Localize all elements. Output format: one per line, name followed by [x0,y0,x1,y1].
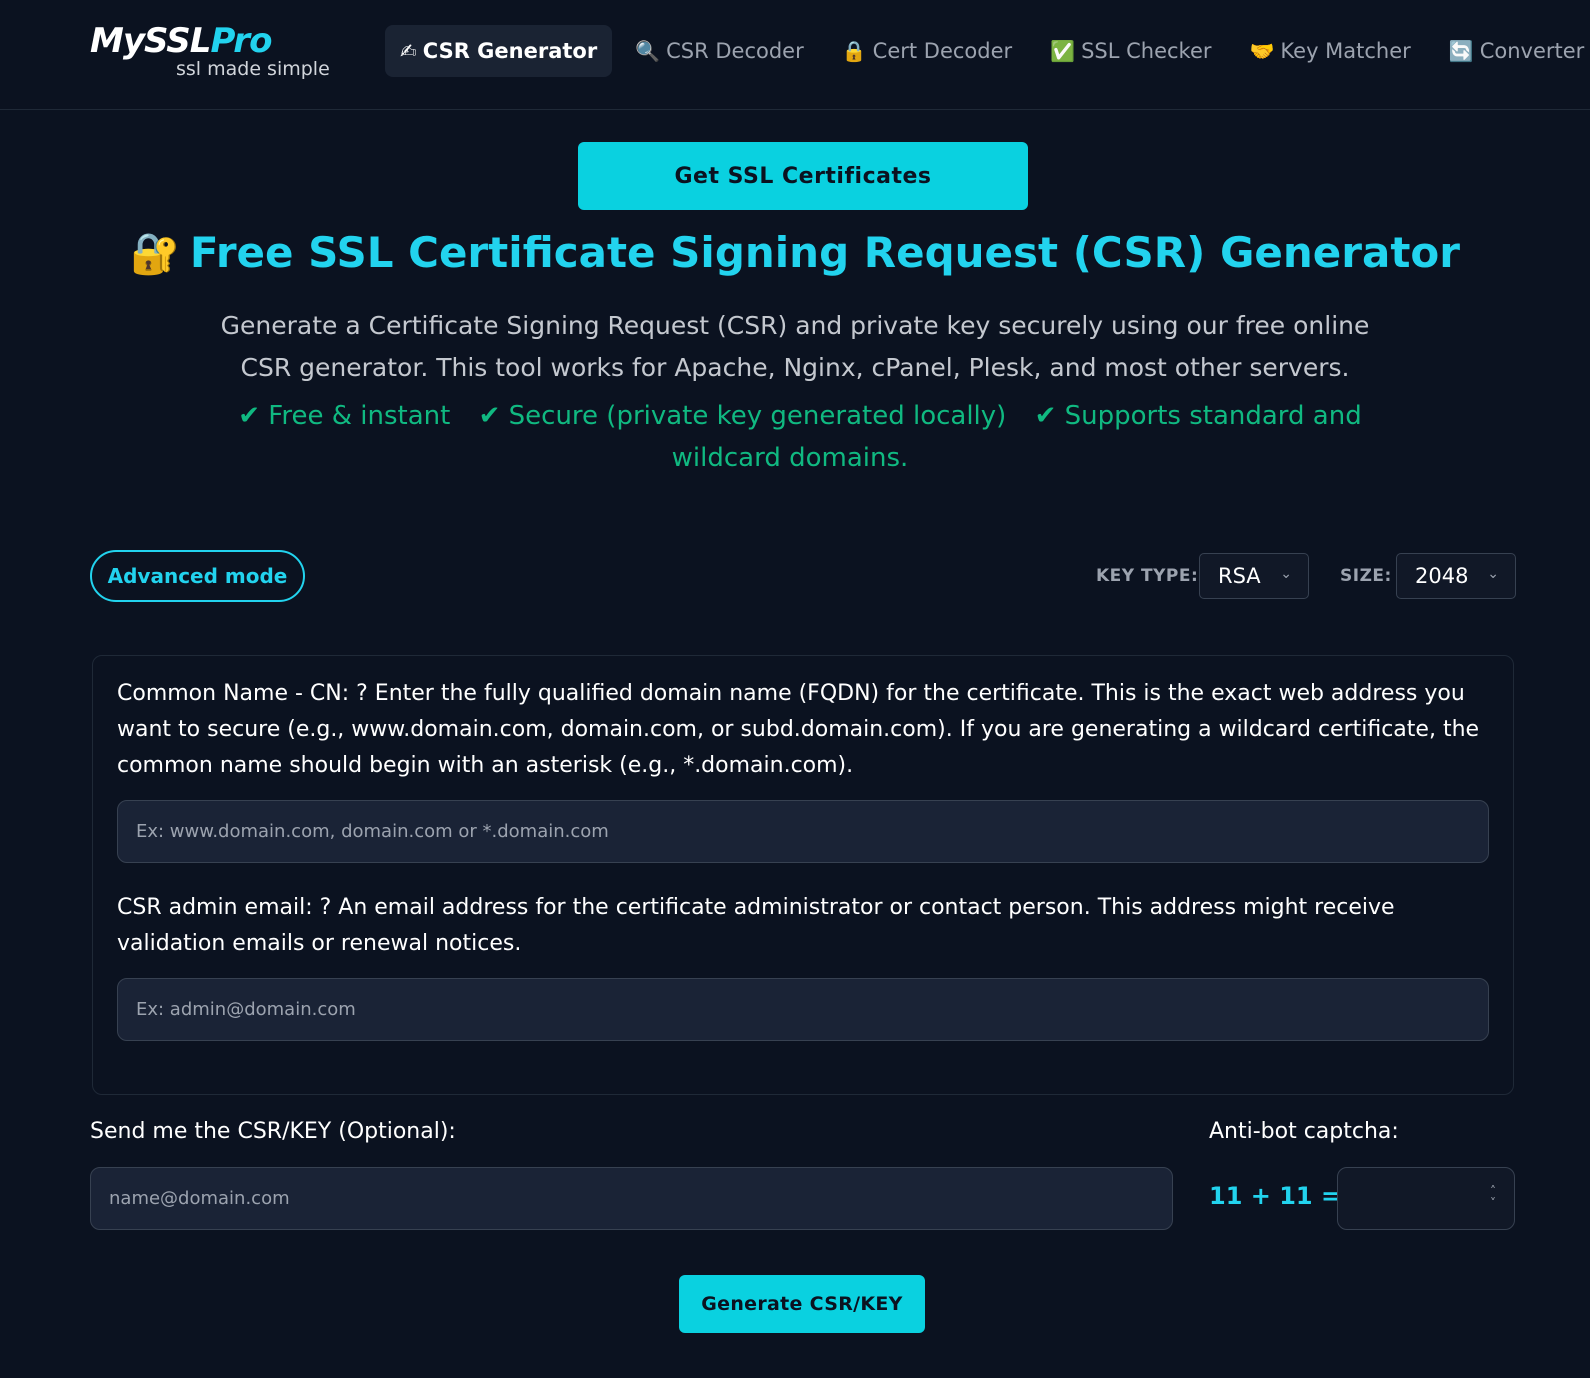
page-subtitle: Generate a Certificate Signing Request (… [220,311,1370,382]
refresh-icon: 🔄 [1448,39,1474,63]
lock-with-key-icon: 🔐 [130,231,180,277]
size-value: 2048 [1415,564,1469,588]
magnifier-icon: 🔍 [635,39,661,63]
chevron-down-icon: ⌄ [1280,566,1292,582]
size-select[interactable]: 2048 ⌄ [1396,553,1516,599]
page-title-text: Free SSL Certificate Signing Request (CS… [189,228,1460,277]
handshake-icon: 🤝 [1249,39,1275,63]
nav-item-label: Converter [1479,39,1585,63]
logo[interactable]: MySSLPro ssl made simple [90,22,360,80]
nav-item-label: Cert Decoder [872,39,1013,63]
send-csr-label: Send me the CSR/KEY (Optional): [90,1119,456,1144]
spinner-arrows-icon[interactable]: ˄ ˅ [1490,1185,1496,1209]
nav-item-label: Key Matcher [1280,39,1411,63]
key-type-value: RSA [1218,564,1261,588]
chevron-down-icon: ⌄ [1487,566,1499,582]
captcha-answer-input[interactable]: ˄ ˅ [1337,1167,1515,1230]
admin-email-input[interactable] [117,978,1489,1041]
nav-item-ssl-checker[interactable]: ✅ SSL Checker [1035,25,1226,77]
key-type-label: KEY TYPE: [1096,566,1199,586]
nav-item-key-matcher[interactable]: 🤝 Key Matcher [1235,25,1426,77]
nav-item-csr-decoder[interactable]: 🔍 CSR Decoder [620,25,819,77]
nav-item-cert-decoder[interactable]: 🔒 Cert Decoder [827,25,1027,77]
csr-form-card: Common Name - CN: ? Enter the fully qual… [92,655,1514,1095]
common-name-label: Common Name - CN: ? Enter the fully qual… [117,681,1480,778]
nav-item-csr-generator[interactable]: ✍ CSR Generator [385,25,613,77]
site-header: MySSLPro ssl made simple ✍ CSR Generator… [0,0,1590,110]
send-csr-email-input[interactable] [90,1167,1173,1230]
check-mark-icon: ✅ [1050,39,1076,63]
page-title: 🔐 Free SSL Certificate Signing Request (C… [0,228,1590,277]
nav-item-converter[interactable]: 🔄 Converter [1434,25,1590,77]
generate-csr-button[interactable]: Generate CSR/KEY [679,1275,925,1333]
feature-secure: ✔ Secure (private key generated locally) [478,401,1007,431]
feature-free-instant: ✔ Free & instant [238,401,451,431]
lock-icon: 🔒 [841,39,867,63]
admin-email-label: CSR admin email: ? An email address for … [117,895,1395,956]
writing-hand-icon: ✍ [400,39,417,63]
main-nav: ✍ CSR Generator 🔍 CSR Decoder 🔒 Cert Dec… [385,25,1590,77]
logo-tagline: ssl made simple [176,58,330,80]
logo-wordmark: MySSLPro [90,22,360,60]
get-ssl-certificates-button[interactable]: Get SSL Certificates [578,142,1028,210]
common-name-input[interactable] [117,800,1489,863]
logo-name-accent: Pro [210,21,272,61]
nav-item-label: CSR Decoder [666,39,804,63]
advanced-mode-button[interactable]: Advanced mode [90,550,305,602]
captcha-label: Anti-bot captcha: [1209,1119,1399,1144]
logo-name-main: MySSL [90,21,211,61]
nav-item-label: SSL Checker [1081,39,1212,63]
feature-list: ✔ Free & instant ✔ Secure (private key g… [205,395,1385,479]
size-label: SIZE: [1340,566,1392,586]
key-type-select[interactable]: RSA ⌄ [1199,553,1309,599]
nav-item-label: CSR Generator [422,39,598,63]
